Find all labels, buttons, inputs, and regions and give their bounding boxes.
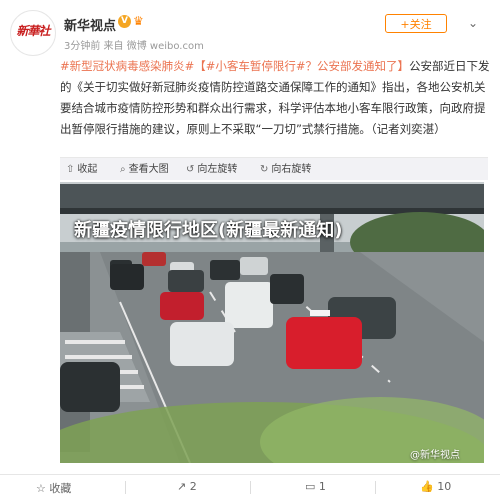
image-overlay-title: 新疆疫情限行地区(新疆最新通知)	[74, 220, 343, 241]
rotate-right-button[interactable]: ↻ 向右旋转	[260, 160, 311, 175]
vip-crown-icon: ♛	[133, 14, 144, 28]
divider	[375, 481, 376, 494]
rotate-left-icon: ↺	[186, 164, 195, 175]
repost-button[interactable]: ↗ 2	[177, 480, 197, 493]
author-name[interactable]: 新华视点	[64, 15, 116, 34]
comment-count: 1	[318, 480, 326, 493]
verified-badge-icon: V	[118, 15, 131, 28]
hashtag-link[interactable]: #新型冠状病毒感染肺炎#	[60, 59, 194, 73]
favorite-label: 收藏	[49, 482, 72, 495]
collapse-icon: ⇧	[66, 164, 75, 175]
hashtag-link-2[interactable]: 【#小客车暂停限行#？公安部发通知了】	[194, 59, 409, 73]
divider	[125, 481, 126, 494]
comment-icon: ▭	[305, 480, 316, 493]
image-actions-bar: ⇧ 收起 ⌕ 查看大图 ↺ 向左旋转 ↻ 向右旋转	[60, 157, 488, 180]
repost-icon: ↗	[177, 480, 187, 493]
rotate-left-button[interactable]: ↺ 向左旋转	[186, 160, 237, 175]
image-watermark: @新华视点	[410, 450, 460, 461]
rotate-left-label: 向左旋转	[197, 164, 238, 175]
post-text: #新型冠状病毒感染肺炎#【#小客车暂停限行#？公安部发通知了】公安部近日下发的《…	[60, 56, 490, 140]
avatar-logo-text: 新華社	[16, 24, 50, 38]
like-button[interactable]: 👍 10	[420, 480, 451, 493]
thumbs-up-icon: 👍	[420, 480, 434, 493]
collapse-label: 收起	[77, 164, 98, 175]
favorite-button[interactable]: ☆ 收藏	[36, 480, 71, 496]
star-icon: ☆	[36, 482, 46, 495]
post-meta: 3分钟前 来自 微博 weibo.com	[64, 41, 204, 52]
collapse-button[interactable]: ⇧ 收起	[66, 160, 97, 175]
divider	[250, 481, 251, 494]
comment-button[interactable]: ▭ 1	[305, 480, 326, 493]
avatar[interactable]: 新華社	[10, 10, 56, 56]
rotate-right-label: 向右旋转	[271, 164, 312, 175]
like-count: 10	[437, 480, 452, 493]
magnifier-icon: ⌕	[120, 164, 126, 175]
repost-count: 2	[189, 480, 197, 493]
rotate-right-icon: ↻	[260, 164, 269, 175]
view-large-label: 查看大图	[128, 164, 169, 175]
view-large-button[interactable]: ⌕ 查看大图	[120, 160, 169, 175]
post-footer-bar: ☆ 收藏 ↗ 2 ▭ 1 👍 10	[0, 474, 500, 500]
chevron-down-icon[interactable]: ⌄	[463, 16, 483, 32]
follow-button[interactable]: +关注	[385, 14, 447, 33]
